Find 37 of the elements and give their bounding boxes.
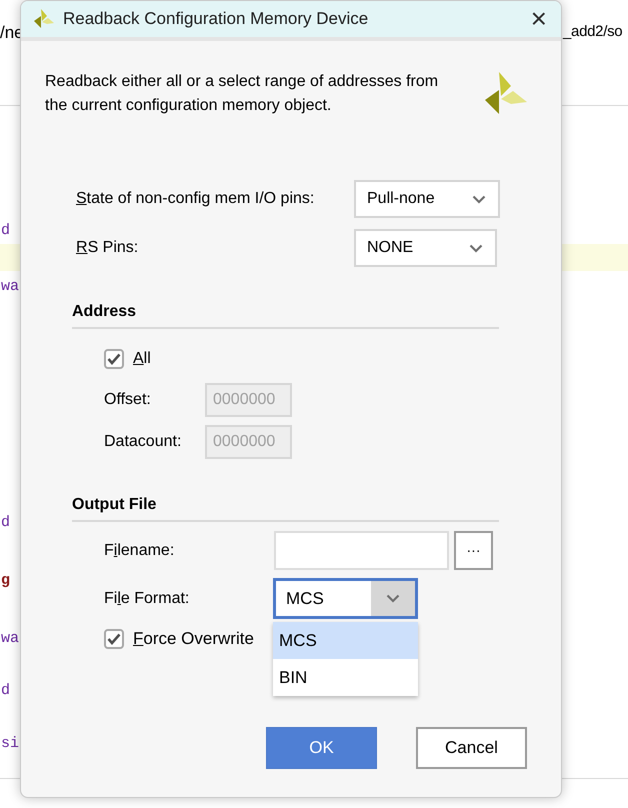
field-label: RS Pins: [76, 238, 140, 258]
checkbox[interactable] [104, 349, 124, 369]
field-label: Datacount: [104, 432, 182, 452]
chevron-icon [469, 244, 483, 252]
chevron-icon [386, 594, 400, 603]
editor-tab-text: _add2/so [563, 22, 622, 42]
code-text: d [1, 513, 10, 533]
field-label: State of non-config mem I/O pins: [76, 189, 316, 209]
code-text: g [1, 571, 10, 591]
input-field[interactable] [274, 531, 449, 570]
description-text: Readback either all or a select range of addresses from the current configuration memory object. [45, 72, 440, 116]
dropdown[interactable]: NONE [354, 229, 497, 267]
chevron-icon [472, 194, 486, 204]
section-heading: Output File [72, 496, 156, 513]
field-label: File Format: [104, 588, 190, 608]
window-title: Readback Configuration Memory Device [63, 8, 370, 30]
code-text: d [1, 681, 10, 701]
checkbox-label: All [133, 349, 151, 369]
ok-button[interactable]: OK [266, 726, 377, 768]
code-text: si [1, 734, 20, 754]
code-text: d [1, 221, 10, 241]
browse-button[interactable]: ··· [454, 531, 493, 570]
close-button[interactable]: × [530, 5, 547, 33]
checkbox-label: Force Overwrite [133, 628, 254, 650]
logo-icon [483, 72, 527, 116]
logo-icon [33, 8, 55, 30]
cancel-button[interactable]: Cancel [416, 726, 527, 768]
dropdown[interactable]: MCS [273, 578, 418, 619]
dropdown[interactable]: Pull-none [354, 180, 500, 218]
code-text: wa [1, 629, 20, 649]
dropdown-option[interactable]: BIN [273, 659, 418, 696]
checkbox[interactable] [104, 628, 124, 649]
field-label: Offset: [104, 390, 152, 410]
dropdown-option[interactable]: MCS [273, 622, 418, 659]
field-label: Filename: [104, 540, 176, 560]
code-text: wa [1, 277, 20, 297]
section-heading: Address [72, 303, 136, 320]
